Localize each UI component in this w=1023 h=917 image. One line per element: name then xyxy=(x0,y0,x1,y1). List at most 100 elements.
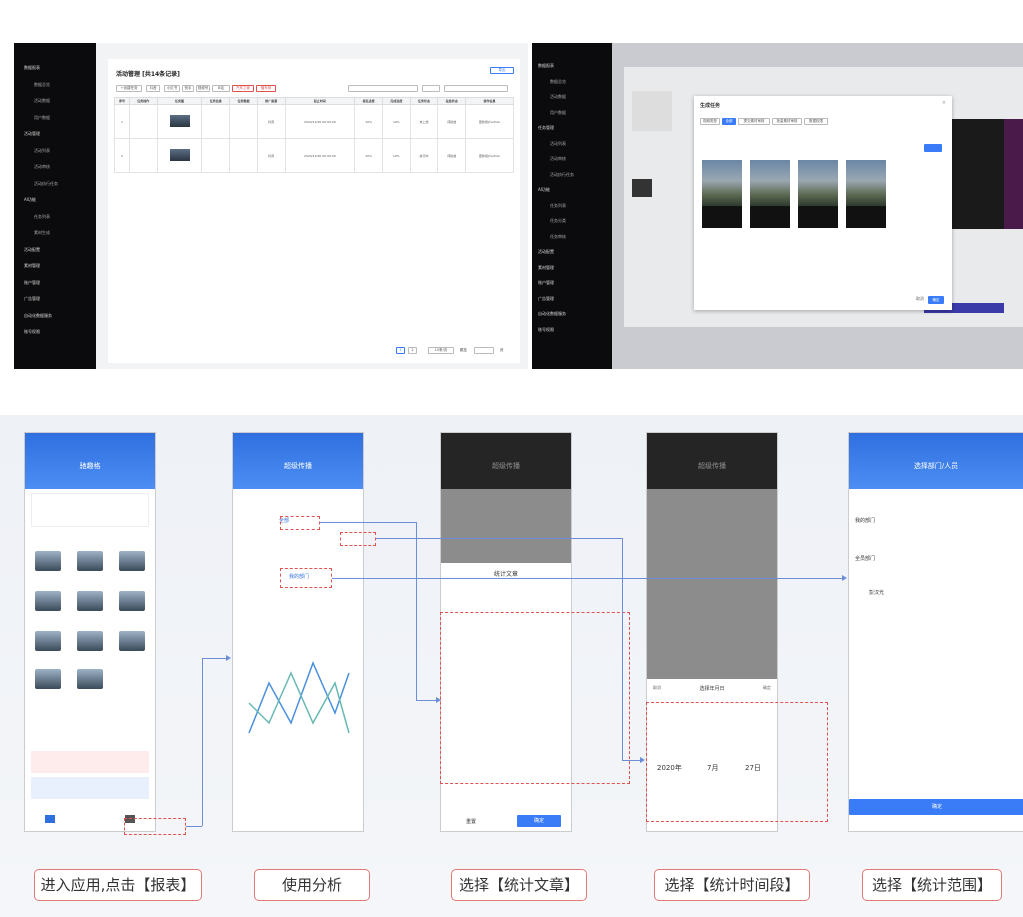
nav-item[interactable]: 素材管理 xyxy=(24,263,40,269)
tab-0[interactable]: 视频类型 xyxy=(700,118,720,125)
column-header: 操作信息 xyxy=(465,97,514,105)
filter-button[interactable]: 快手 xyxy=(182,85,194,92)
close-icon[interactable]: × xyxy=(942,100,946,106)
video-card[interactable] xyxy=(798,160,838,228)
filter-button[interactable]: 汽车之家 xyxy=(232,85,254,92)
nav-item[interactable]: 数据报表 xyxy=(24,65,40,71)
export-button[interactable]: 导出 xyxy=(490,67,514,74)
filter-button[interactable]: 小红书 xyxy=(164,85,180,92)
table-cell xyxy=(156,104,203,139)
nav-item[interactable]: 活动数据 xyxy=(34,98,50,104)
car-icon[interactable] xyxy=(35,631,61,651)
nav-item[interactable]: 活动列表 xyxy=(550,141,566,147)
car-icon[interactable] xyxy=(77,669,103,689)
nav-item[interactable]: 活动配置 xyxy=(24,247,40,253)
confirm-button[interactable]: 确定 xyxy=(849,799,1023,815)
page: 数据报表 数据总览 活动数据 用户数据 活动管理 活动列表 活动审核 活动执行任务 AI功能 任务… xyxy=(0,0,1023,917)
confirm-button[interactable]: 确定 xyxy=(517,815,561,827)
dept-item[interactable]: 全员部门 xyxy=(855,555,875,562)
car-icon[interactable] xyxy=(119,551,145,571)
search-input[interactable] xyxy=(348,85,418,92)
sidebar-nav: 数据报表数据总览活动数据用户数据任务管理活动列表活动审核活动执行任务 AI功能任务… xyxy=(532,43,612,369)
page-button[interactable]: 2 xyxy=(408,347,417,354)
tab-4[interactable]: 数据权限 xyxy=(804,118,828,125)
video-card[interactable] xyxy=(846,160,886,228)
search-button[interactable] xyxy=(924,144,942,152)
nav-item[interactable]: 活动执行任务 xyxy=(550,172,574,178)
nav-item[interactable]: 账号权限 xyxy=(24,329,40,335)
filter-button[interactable]: 抖音 xyxy=(146,85,160,92)
tab-3[interactable]: 批量素材审核 xyxy=(772,118,802,125)
nav-item[interactable]: 活动审核 xyxy=(550,156,566,162)
task-card[interactable] xyxy=(31,751,149,773)
car-icon[interactable] xyxy=(119,631,145,651)
filter-button[interactable]: 懂车帝 xyxy=(256,85,276,92)
cancel-button[interactable]: 取消 xyxy=(916,296,924,302)
dept-item[interactable]: 我的部门 xyxy=(855,517,875,524)
table-cell: 执行中 xyxy=(409,138,439,173)
confirm-button[interactable]: 确定 xyxy=(928,296,944,304)
nav-item[interactable]: 账户管理 xyxy=(538,280,554,286)
car-icon[interactable] xyxy=(77,551,103,571)
nav-item[interactable]: 广告管理 xyxy=(538,296,554,302)
page-title: 活动管理 [共14条记录] xyxy=(116,71,180,78)
video-card[interactable] xyxy=(750,160,790,228)
nav-item[interactable]: 自动化数据服务 xyxy=(538,311,566,317)
nav-item[interactable]: 活动列表 xyxy=(34,148,50,154)
nav-item[interactable]: 数据总览 xyxy=(550,79,566,85)
page-size-select[interactable]: 10条/页 xyxy=(428,347,454,354)
arrow-icon xyxy=(436,697,441,703)
nav-item[interactable]: 活动管理 xyxy=(24,131,40,137)
task-card[interactable] xyxy=(31,777,149,799)
tab-2[interactable]: 提交素材审核 xyxy=(738,118,770,125)
person-item[interactable]: 彭汉光 xyxy=(869,589,884,596)
thumbnail xyxy=(632,179,652,197)
page-button[interactable]: 1 xyxy=(396,347,405,354)
connector xyxy=(202,658,203,826)
car-icon[interactable] xyxy=(35,551,61,571)
nav-item[interactable]: AI功能 xyxy=(24,197,36,203)
nav-item[interactable]: 活动审核 xyxy=(34,164,50,170)
nav-item[interactable]: 素材生成 xyxy=(34,230,50,236)
phone-analysis: 超级传播 全部 我的部门 xyxy=(232,432,364,832)
nav-item[interactable]: 用户数据 xyxy=(550,110,566,116)
status-select[interactable] xyxy=(422,85,440,92)
video-card[interactable] xyxy=(702,160,742,228)
reset-button[interactable]: 重置 xyxy=(451,818,491,825)
goto-input[interactable] xyxy=(474,347,494,354)
car-icon[interactable] xyxy=(35,669,61,689)
table-row: 1 抖音 2024/12/30 00:00:00 10% 10% 未上线 待投放 更新用户ad… xyxy=(114,104,514,139)
filter-button[interactable]: 视频号 xyxy=(196,85,210,92)
column-header: 任务数据 xyxy=(229,97,258,105)
tab-1[interactable]: 全部 xyxy=(722,118,736,125)
nav-item[interactable]: 自动化数据服务 xyxy=(24,313,52,319)
car-icon[interactable] xyxy=(35,591,61,611)
nav-item[interactable]: 任务列表 xyxy=(550,203,566,209)
nav-item[interactable]: 用户数据 xyxy=(34,115,50,121)
nav-item[interactable]: 活动执行任务 xyxy=(34,181,58,187)
nav-item[interactable]: 账户管理 xyxy=(24,280,40,286)
nav-item[interactable]: 素材管理 xyxy=(538,265,554,271)
cell-value: 2024/12/30 00:00:00 xyxy=(304,119,336,124)
nav-item[interactable]: 任务审核 xyxy=(550,234,566,240)
nav-item[interactable]: 活动配置 xyxy=(538,249,554,255)
car-icon[interactable] xyxy=(119,591,145,611)
filter-button[interactable]: B站 xyxy=(212,85,230,92)
nav-item[interactable]: 任务管理 xyxy=(538,125,554,131)
nav-item[interactable]: 活动数据 xyxy=(550,94,566,100)
home-tab-icon[interactable] xyxy=(45,815,55,823)
car-icon[interactable] xyxy=(77,591,103,611)
car-icon[interactable] xyxy=(77,631,103,651)
confirm-button[interactable]: 确定 xyxy=(763,685,771,691)
keyword-input[interactable] xyxy=(444,85,508,92)
nav-item[interactable]: 任务列表 xyxy=(34,214,50,220)
highlight-scope xyxy=(280,568,332,588)
arrow-icon xyxy=(640,757,645,763)
nav-item[interactable]: 任务分类 xyxy=(550,218,566,224)
nav-item[interactable]: 账号权限 xyxy=(538,327,554,333)
nav-item[interactable]: 广告管理 xyxy=(24,296,40,302)
nav-item[interactable]: AI功能 xyxy=(538,187,550,193)
nav-item[interactable]: 数据报表 xyxy=(538,63,554,69)
filter-button[interactable]: +创建任务 xyxy=(116,85,142,92)
nav-item[interactable]: 数据总览 xyxy=(34,82,50,88)
